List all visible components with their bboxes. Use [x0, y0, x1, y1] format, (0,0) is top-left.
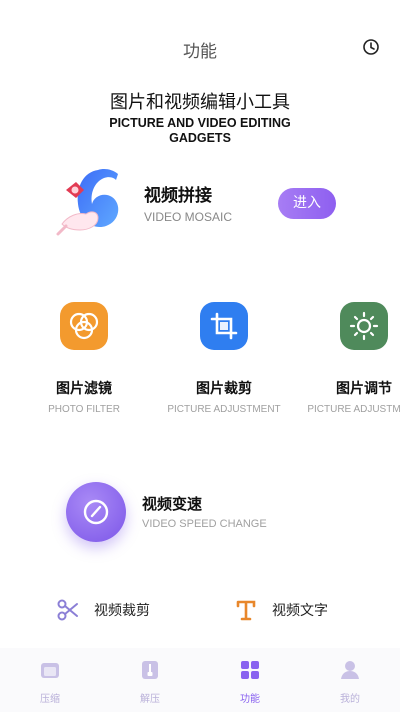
tool-picture-crop-subtitle: PICTURE ADJUSTMENT — [167, 404, 281, 415]
tool-photo-filter-subtitle: PHOTO FILTER — [48, 404, 120, 415]
text-icon — [236, 600, 256, 621]
video-mosaic-title: 视频拼接 — [144, 186, 212, 206]
header: 功能 — [0, 0, 400, 90]
video-text-label: 视频文字 — [272, 603, 328, 619]
tab-decompress-label: 解压 — [140, 694, 160, 705]
tool-photo-filter-title: 图片滤镜 — [56, 381, 112, 397]
bottom-tab-bar: 压缩 解压 功能 我的 — [0, 648, 400, 712]
rocket-hand-icon — [56, 169, 119, 236]
video-mosaic-subtitle: VIDEO MOSAIC — [144, 210, 233, 224]
tool-picture-crop[interactable]: 图片裁剪 PICTURE ADJUSTMENT — [154, 296, 294, 415]
video-crop-item[interactable]: 视频裁剪 — [56, 596, 196, 624]
tab-profile[interactable]: 我的 — [320, 660, 380, 705]
tab-compress-label: 压缩 — [40, 694, 60, 705]
video-crop-label: 视频裁剪 — [94, 603, 150, 619]
tab-function-label: 功能 — [240, 694, 260, 705]
profile-icon — [341, 661, 359, 679]
video-speed-card[interactable]: 视频变速 VIDEO SPEED CHANGE — [62, 478, 362, 548]
video-speed-title: 视频变速 — [142, 495, 203, 513]
tool-photo-filter[interactable]: 图片滤镜 PHOTO FILTER — [14, 296, 154, 415]
history-clock-icon[interactable] — [362, 38, 380, 56]
tab-decompress[interactable]: 解压 — [120, 660, 180, 705]
tool-picture-crop-title: 图片裁剪 — [196, 381, 252, 397]
video-mosaic-card[interactable]: 视频拼接 VIDEO MOSAIC 进入 — [54, 164, 354, 244]
tool-picture-adjust-subtitle: PICTURE ADJUSTMENT — [307, 404, 400, 415]
decompress-icon — [142, 661, 158, 679]
crop-icon — [200, 302, 248, 350]
tab-compress[interactable]: 压缩 — [20, 660, 80, 705]
image-tools-row: 图片滤镜 PHOTO FILTER 图片裁剪 PICTURE ADJUSTMEN… — [0, 296, 400, 416]
speed-gauge-icon — [66, 482, 126, 542]
tool-picture-adjust-title: 图片调节 — [336, 381, 392, 397]
scissors-icon — [57, 599, 78, 621]
tool-picture-adjust[interactable]: 图片调节 PICTURE ADJUSTMENT — [294, 296, 400, 415]
hero-title: 图片和视频编辑小工具 — [110, 92, 290, 113]
function-grid-icon — [241, 661, 259, 679]
compress-icon — [41, 663, 59, 678]
video-speed-subtitle: VIDEO SPEED CHANGE — [142, 518, 267, 530]
page-title: 功能 — [183, 42, 217, 62]
brightness-icon — [340, 302, 388, 350]
tab-profile-label: 我的 — [340, 694, 360, 705]
photo-filter-icon — [60, 302, 108, 350]
video-text-item[interactable]: 视频文字 — [234, 596, 374, 624]
tab-function[interactable]: 功能 — [220, 660, 280, 705]
hero-subtitle: PICTURE AND VIDEO EDITING GADGETS — [109, 116, 291, 145]
enter-button[interactable]: 进入 — [278, 188, 336, 219]
